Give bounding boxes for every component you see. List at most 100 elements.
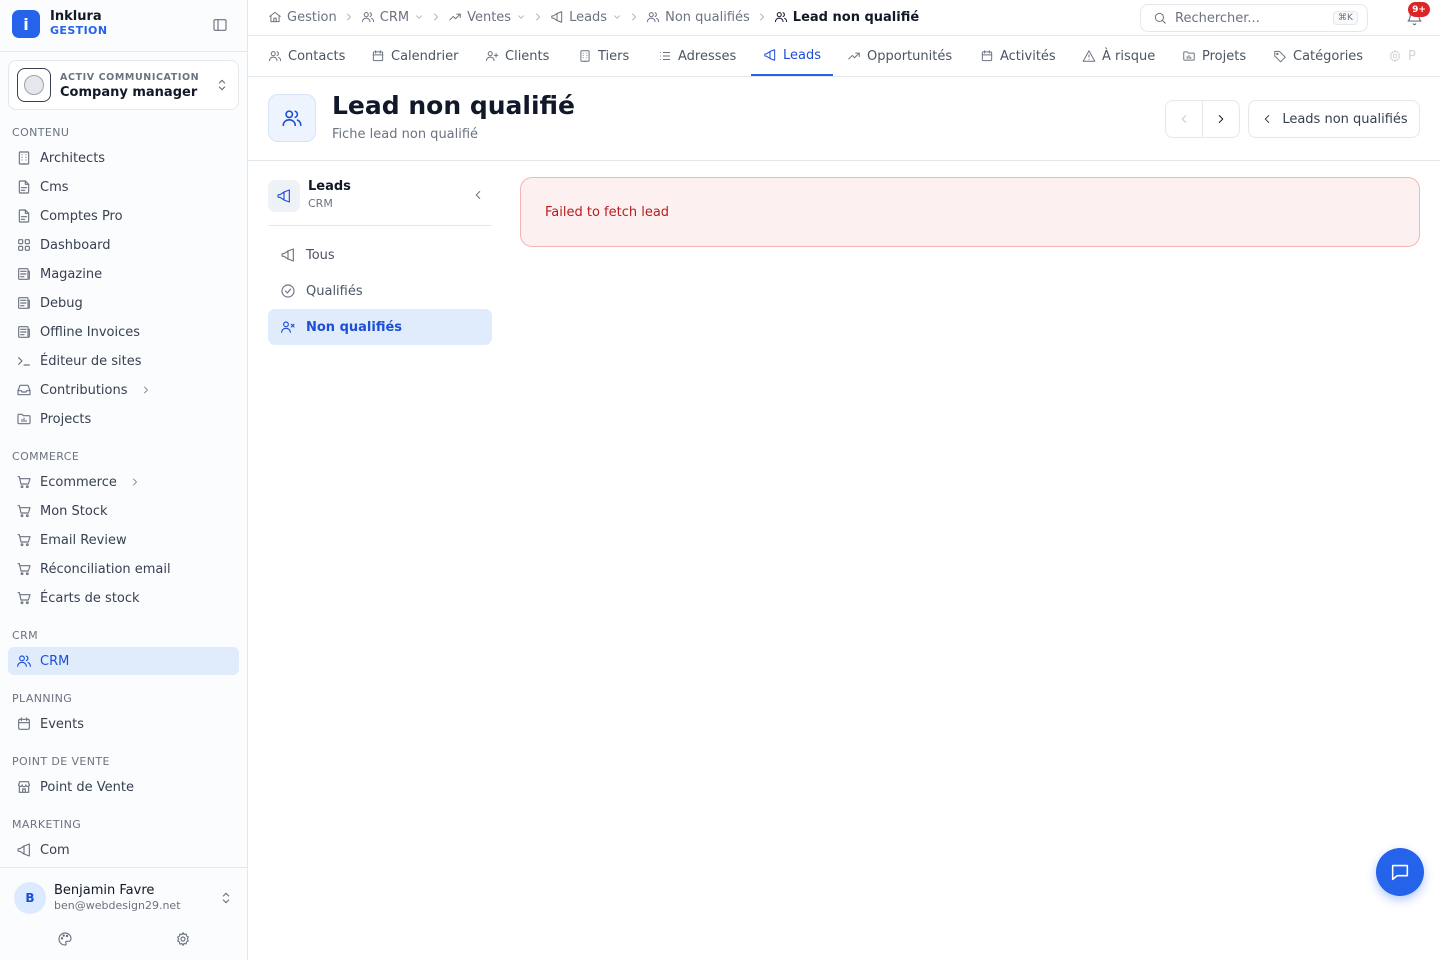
- subnav-item-tous[interactable]: Tous: [268, 237, 492, 273]
- sidebar-item-label: Offline Invoices: [40, 324, 141, 340]
- sidebar-item-mon-stock[interactable]: Mon Stock: [8, 497, 239, 525]
- sidebar-nav: CONTENU Architects Cms Comptes Pro Dashboard…: [0, 118, 247, 867]
- sidebar-item-comptes-pro[interactable]: Comptes Pro: [8, 202, 239, 230]
- chevron-right-icon: [132, 478, 137, 486]
- tab-p[interactable]: P: [1376, 36, 1428, 76]
- org-switcher[interactable]: ACTIV COMMUNICATION Company manager: [8, 60, 239, 110]
- breadcrumb-crm[interactable]: CRM: [361, 10, 424, 25]
- tab-projets[interactable]: Projets: [1170, 36, 1258, 76]
- grid-icon: [18, 239, 30, 251]
- tag-icon: [1274, 50, 1286, 63]
- subnav-subtitle: CRM: [308, 197, 333, 210]
- tab-label: Calendrier: [391, 48, 459, 64]
- chat-button[interactable]: [1376, 848, 1424, 896]
- tab-categories[interactable]: Catégories: [1261, 36, 1375, 76]
- breadcrumb-label: Leads: [569, 9, 608, 25]
- gear-icon[interactable]: [175, 931, 191, 947]
- previous-record-button[interactable]: [1166, 101, 1202, 137]
- next-record-button[interactable]: [1203, 101, 1239, 137]
- calendar-icon: [18, 717, 30, 730]
- sidebar-section-title: POINT DE VENTE: [12, 755, 110, 768]
- sidebar-section-title: MARKETING: [12, 818, 82, 831]
- page-subtitle: Fiche lead non qualifié: [332, 127, 479, 142]
- chevrons-updown-icon: [214, 77, 230, 93]
- sidebar-item-contributions[interactable]: Contributions: [8, 376, 239, 404]
- sidebar-item-ecarts-de-stock[interactable]: Écarts de stock: [8, 584, 239, 612]
- sidebar-section-title: PLANNING: [12, 692, 73, 705]
- breadcrumb: Gestion CRM Ventes Leads Non qualifiés Lead n…: [268, 0, 919, 34]
- sidebar-item-label: Magazine: [40, 266, 103, 282]
- megaphone-icon: [551, 11, 563, 23]
- users-icon: [774, 12, 787, 23]
- sidebar-item-events[interactable]: Events: [8, 710, 239, 738]
- tab-calendrier[interactable]: Calendrier: [359, 36, 470, 76]
- sidebar-toggle-icon[interactable]: [212, 17, 228, 33]
- search-input[interactable]: [1175, 10, 1325, 26]
- list-icon: [659, 52, 671, 60]
- brand-subtitle: GESTION: [50, 24, 108, 37]
- back-button-label: Leads non qualifiés: [1282, 111, 1408, 127]
- megaphone-icon: [281, 248, 294, 262]
- cart-icon: [17, 476, 31, 489]
- tab-clients[interactable]: Clients: [473, 36, 561, 76]
- sidebar-item-label: Comptes Pro: [40, 208, 123, 224]
- folder-chart-icon: [1183, 51, 1195, 61]
- trend-icon: [848, 52, 860, 60]
- breadcrumb-label: Gestion: [287, 9, 337, 25]
- tab-leads[interactable]: Leads: [751, 36, 834, 76]
- trend-icon: [449, 13, 461, 21]
- sidebar-item-magazine[interactable]: Magazine: [8, 260, 239, 288]
- org-logo: [17, 68, 51, 102]
- breadcrumb-leads[interactable]: Leads: [550, 10, 622, 25]
- avatar[interactable]: B: [14, 882, 46, 914]
- chevrons-updown-icon[interactable]: [218, 890, 234, 906]
- sidebar-item-com[interactable]: Com: [8, 836, 239, 864]
- breadcrumb-non-qualifies[interactable]: Non qualifiés: [646, 10, 750, 25]
- subnav-item-qualifies[interactable]: Qualifiés: [268, 273, 492, 309]
- sidebar-item-crm[interactable]: CRM: [8, 647, 239, 675]
- info-icon: i: [12, 10, 40, 38]
- record-pager: [1165, 100, 1240, 138]
- chevron-right-icon: [1218, 115, 1224, 123]
- palette-icon[interactable]: [57, 931, 73, 947]
- sidebar-item-label: CRM: [40, 653, 70, 669]
- users-icon: [361, 12, 374, 23]
- user-plus-icon: [485, 51, 499, 62]
- users-icon: [647, 12, 660, 23]
- sidebar-item-reconciliation-email[interactable]: Réconciliation email: [8, 555, 239, 583]
- brand[interactable]: i Inklura GESTION: [12, 10, 107, 38]
- sidebar-item-email-review[interactable]: Email Review: [8, 526, 239, 554]
- chevron-down-icon: [518, 15, 524, 19]
- sidebar-item-architects[interactable]: Architects: [8, 144, 239, 172]
- breadcrumb-ventes[interactable]: Ventes: [448, 10, 526, 25]
- chevron-right-icon: [536, 13, 541, 21]
- chevron-right-icon: [143, 386, 148, 394]
- tab-a-risque[interactable]: À risque: [1070, 36, 1167, 76]
- notification-badge: 9+: [1408, 2, 1430, 17]
- chevron-left-icon[interactable]: [471, 188, 485, 202]
- subnav-item-non-qualifies[interactable]: Non qualifiés: [268, 309, 492, 345]
- users-icon: [268, 94, 316, 142]
- breadcrumb-gestion[interactable]: Gestion: [268, 10, 337, 25]
- users-icon: [268, 51, 282, 62]
- sidebar-item-projects[interactable]: Projects: [8, 405, 239, 433]
- tab-contacts[interactable]: Contacts: [256, 36, 357, 76]
- back-to-list-button[interactable]: Leads non qualifiés: [1248, 100, 1420, 138]
- tab-opportunites[interactable]: Opportunités: [835, 36, 964, 76]
- tab-activites[interactable]: Activités: [968, 36, 1068, 76]
- search-icon: [1154, 12, 1166, 24]
- sidebar-item-cms[interactable]: Cms: [8, 173, 239, 201]
- sidebar-item-ecommerce[interactable]: Ecommerce: [8, 468, 239, 496]
- sidebar-item-editeur-de-sites[interactable]: Éditeur de sites: [8, 347, 239, 375]
- tab-label: Projets: [1202, 48, 1247, 64]
- sidebar-item-point-de-vente[interactable]: Point de Vente: [8, 773, 239, 801]
- search-box[interactable]: ⌘K: [1140, 4, 1368, 32]
- tab-label: Clients: [505, 48, 550, 64]
- sidebar-item-dashboard[interactable]: Dashboard: [8, 231, 239, 259]
- sidebar-section-title: CONTENU: [12, 126, 70, 139]
- tab-adresses[interactable]: Adresses: [646, 36, 748, 76]
- gear-icon: [1389, 49, 1401, 63]
- tab-tiers[interactable]: Tiers: [566, 36, 641, 76]
- sidebar-item-debug[interactable]: Debug: [8, 289, 239, 317]
- sidebar-item-offline-invoices[interactable]: Offline Invoices: [8, 318, 239, 346]
